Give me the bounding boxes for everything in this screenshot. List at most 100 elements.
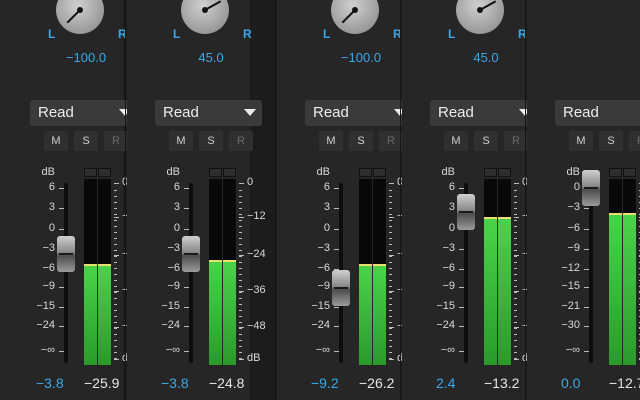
fader-scale-label: −24 — [436, 319, 455, 331]
meter-minor-tick — [514, 244, 517, 245]
meter-minor-tick — [514, 298, 517, 299]
solo-button[interactable]: S — [599, 131, 623, 151]
meter-scale-tick — [389, 183, 394, 184]
automation-mode-dropdown[interactable]: Read — [155, 100, 262, 126]
clip-indicator[interactable] — [373, 168, 386, 177]
mute-button[interactable]: M — [444, 131, 468, 151]
pan-knob[interactable] — [181, 0, 229, 34]
clip-indicator[interactable] — [98, 168, 111, 177]
meter-minor-tick — [114, 256, 117, 257]
fader-scale-label: 3 — [448, 201, 455, 213]
mute-button[interactable]: M — [169, 131, 193, 151]
fader-track[interactable] — [189, 183, 193, 363]
automation-mode-dropdown[interactable]: Read — [555, 100, 640, 126]
clip-indicator[interactable] — [498, 168, 511, 177]
volume-fader-handle[interactable] — [332, 269, 350, 306]
pan-knob[interactable] — [456, 0, 504, 34]
clip-indicator[interactable] — [359, 168, 372, 177]
level-meter — [609, 179, 622, 365]
fader-value-readout[interactable]: −9.2 — [311, 375, 339, 391]
mute-button[interactable]: M — [44, 131, 68, 151]
peak-hold-line — [84, 264, 97, 266]
meter-minor-tick — [114, 208, 117, 209]
automation-mode-dropdown[interactable]: Read — [305, 100, 412, 126]
clip-indicator[interactable] — [84, 168, 97, 177]
fader-track[interactable] — [64, 183, 68, 363]
clip-indicator[interactable] — [484, 168, 497, 177]
clip-indicator[interactable] — [623, 168, 636, 177]
mute-button[interactable]: M — [569, 131, 593, 151]
meter-minor-tick — [239, 328, 242, 329]
strip-divider — [400, 0, 401, 400]
fader-scale-label: −∞ — [165, 344, 180, 356]
pan-knob[interactable] — [331, 0, 379, 34]
meter-minor-tick — [389, 196, 392, 197]
fader-value-readout[interactable]: 2.4 — [436, 375, 455, 391]
meter-minor-tick — [514, 274, 517, 275]
meter-minor-tick — [389, 358, 392, 359]
meter-minor-tick — [389, 220, 392, 221]
meter-scale-label: −12 — [247, 210, 266, 222]
automation-mode-label: Read — [163, 104, 199, 121]
meter-minor-tick — [114, 202, 117, 203]
meter-scale-tick — [239, 359, 244, 360]
meter-minor-tick — [114, 226, 117, 227]
meter-minor-tick — [514, 268, 517, 269]
peak-hold-line — [484, 217, 497, 219]
volume-fader-handle[interactable] — [57, 236, 75, 273]
pan-knob[interactable] — [56, 0, 104, 34]
meter-minor-tick — [514, 190, 517, 191]
solo-button[interactable]: S — [74, 131, 98, 151]
solo-button[interactable]: S — [349, 131, 373, 151]
clip-indicator[interactable] — [223, 168, 236, 177]
meter-minor-tick — [239, 334, 242, 335]
volume-fader-handle[interactable] — [182, 236, 200, 273]
fader-scale-label: −9 — [317, 280, 330, 292]
fader-scale-label: −12 — [561, 262, 580, 274]
meter-minor-tick — [514, 328, 517, 329]
meter-minor-tick — [514, 214, 517, 215]
meter-minor-tick — [514, 358, 517, 359]
record-button[interactable]: R — [629, 131, 640, 151]
meter-scale-tick — [389, 359, 394, 360]
meter-scale-label: 0 — [247, 176, 254, 188]
meter-minor-tick — [114, 274, 117, 275]
meter-minor-tick — [389, 286, 392, 287]
volume-fader-handle[interactable] — [582, 170, 600, 206]
automation-mode-dropdown[interactable]: Read — [430, 100, 537, 126]
meter-minor-tick — [114, 190, 117, 191]
fader-scale-label: −∞ — [40, 344, 55, 356]
solo-button[interactable]: S — [474, 131, 498, 151]
pan-value[interactable]: 45.0 — [441, 50, 531, 65]
level-meter — [498, 179, 511, 365]
fader-scale-label: dB — [41, 166, 55, 178]
level-meter-fill — [484, 218, 497, 365]
fader-scale-label: −3 — [42, 242, 55, 254]
fader-value-readout[interactable]: −3.8 — [161, 375, 189, 391]
meter-minor-tick — [514, 352, 517, 353]
level-meter-fill — [359, 265, 372, 365]
fader-scale-label: −15 — [161, 300, 180, 312]
volume-fader-handle[interactable] — [457, 194, 475, 231]
meter-minor-tick — [114, 316, 117, 317]
pan-value[interactable]: 45.0 — [166, 50, 256, 65]
meter-minor-tick — [239, 274, 242, 275]
meter-minor-tick — [389, 250, 392, 251]
pan-value[interactable]: −100.0 — [316, 50, 406, 65]
fader-value-readout[interactable]: 0.0 — [561, 375, 580, 391]
clip-indicator[interactable] — [209, 168, 222, 177]
record-button[interactable]: R — [229, 131, 253, 151]
clip-indicator[interactable] — [609, 168, 622, 177]
pan-value[interactable]: −100.0 — [41, 50, 131, 65]
meter-scale-tick — [514, 183, 519, 184]
fader-value-readout[interactable]: −3.8 — [36, 375, 64, 391]
automation-mode-dropdown[interactable]: Read — [30, 100, 137, 126]
solo-button[interactable]: S — [199, 131, 223, 151]
meter-minor-tick — [239, 352, 242, 353]
mute-button[interactable]: M — [319, 131, 343, 151]
fader-scale-label: 6 — [448, 181, 455, 193]
meter-minor-tick — [239, 286, 242, 287]
pan-left-label: L — [173, 27, 181, 41]
fader-track[interactable] — [589, 183, 593, 363]
meter-minor-tick — [239, 316, 242, 317]
